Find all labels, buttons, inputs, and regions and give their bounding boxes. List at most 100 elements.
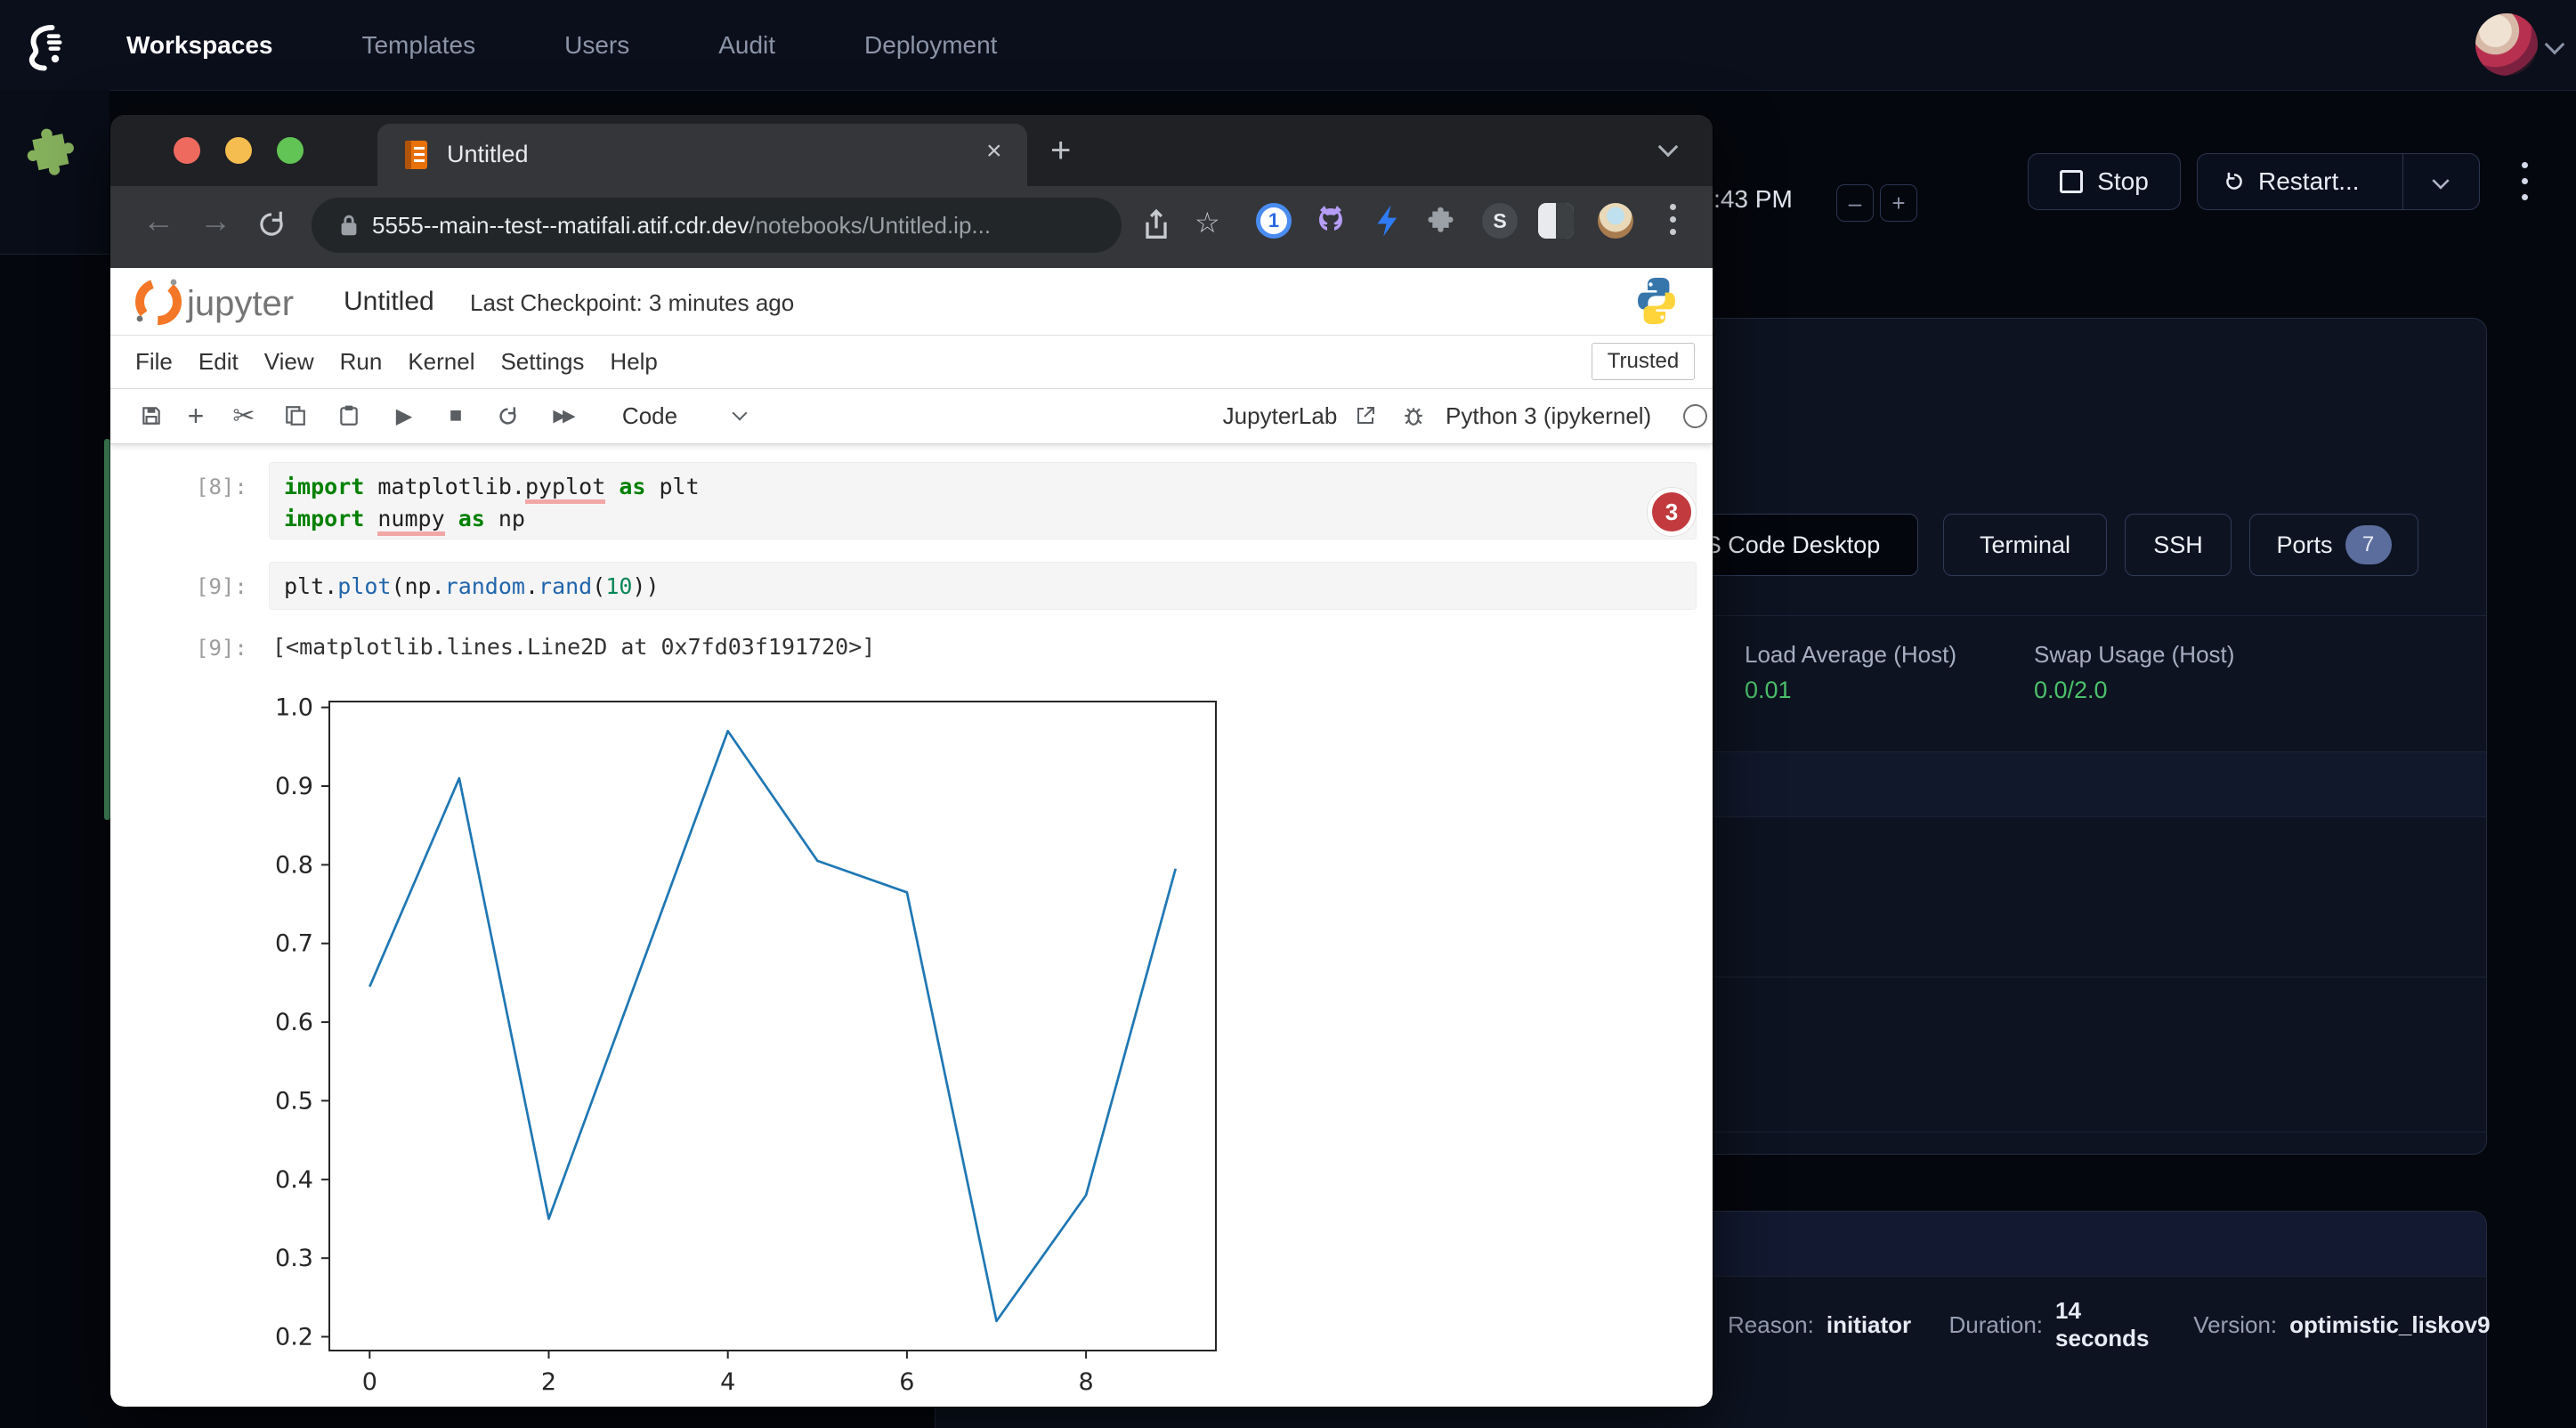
browser-profile-avatar[interactable] (1598, 203, 1633, 239)
back-icon[interactable]: ← (142, 202, 174, 239)
s-extension-icon[interactable]: S (1482, 203, 1518, 239)
svg-text:0.7: 0.7 (275, 930, 313, 958)
svg-text:4: 4 (720, 1368, 735, 1396)
kernel-status-icon (1677, 388, 1713, 443)
stop-label: Stop (2097, 167, 2149, 196)
svg-text:0.9: 0.9 (275, 773, 313, 800)
svg-text:0.8: 0.8 (275, 851, 313, 879)
stop-icon (2060, 170, 2083, 193)
menu-file[interactable]: File (135, 348, 173, 376)
menu-view[interactable]: View (264, 348, 314, 376)
jupyterlab-link[interactable]: JupyterLab (1218, 388, 1342, 443)
stop-workspace-button[interactable]: Stop (2028, 153, 2181, 210)
bolt-extension-icon[interactable] (1371, 203, 1406, 239)
user-menu-chevron-icon[interactable] (2545, 35, 2565, 55)
forward-icon[interactable]: → (199, 202, 231, 239)
workspace-more-menu[interactable] (2522, 162, 2529, 210)
menu-edit[interactable]: Edit (198, 348, 239, 376)
restart-options-chevron-icon[interactable] (2432, 172, 2449, 189)
menu-help[interactable]: Help (610, 348, 657, 376)
version-label: Version: (2193, 1311, 2277, 1339)
notification-badge[interactable]: 3 (1648, 488, 1696, 536)
ssh-button[interactable]: SSH (2125, 514, 2232, 576)
menu-kernel[interactable]: Kernel (408, 348, 474, 376)
share-icon[interactable] (1141, 207, 1171, 243)
restart-main[interactable]: Restart... (2198, 167, 2360, 196)
github-cat-extension-icon[interactable] (1313, 203, 1349, 239)
browser-tab[interactable]: Untitled × (377, 124, 1027, 186)
duration-value: 14 seconds (2055, 1297, 2156, 1352)
trusted-button[interactable]: Trusted (1592, 343, 1695, 380)
jupyter-logo[interactable]: jupyter (132, 275, 336, 329)
restart-icon (2223, 170, 2246, 193)
browser-tab-strip: Untitled × + (110, 115, 1713, 186)
reason-value: initiator (1827, 1311, 1911, 1339)
interrupt-kernel-icon[interactable]: ■ (436, 388, 475, 443)
add-cell-icon[interactable]: + (176, 388, 215, 443)
cell-type-chevron-icon[interactable] (726, 388, 753, 443)
nav-item-deployment[interactable]: Deployment (864, 31, 997, 60)
restart-run-all-icon[interactable]: ▶▶ (539, 388, 586, 443)
url-text: 5555--main--test--matifali.atif.cdr.dev/… (372, 212, 991, 239)
cell9-prompt: [9]: (196, 574, 247, 599)
cell-type-select[interactable]: Code (614, 388, 685, 443)
cell-output-text: [<matplotlib.lines.Line2D at 0x7fd03f191… (272, 634, 875, 660)
external-link-icon[interactable] (1349, 388, 1381, 443)
decrease-ttl-button[interactable]: – (1836, 184, 1874, 222)
python-icon (1635, 276, 1678, 326)
svg-text:0.2: 0.2 (275, 1324, 313, 1351)
checkpoint-status: Last Checkpoint: 3 minutes ago (470, 268, 794, 335)
browser-menu-kebab-icon[interactable] (1670, 204, 1677, 245)
matplotlib-line-chart: 0.20.30.40.50.60.70.80.91.002468 (258, 686, 1255, 1398)
svg-text:8: 8 (1079, 1368, 1094, 1396)
tab-close-icon[interactable]: × (986, 136, 1002, 166)
address-bar[interactable]: 5555--main--test--matifali.atif.cdr.dev/… (312, 198, 1122, 253)
debugger-bug-icon[interactable] (1396, 388, 1431, 443)
window-minimize-button[interactable] (225, 137, 252, 164)
tab-title: Untitled (447, 141, 529, 168)
ssh-label: SSH (2153, 531, 2203, 559)
copy-cell-icon[interactable] (276, 388, 315, 443)
tab-search-chevron-icon[interactable] (1658, 137, 1679, 158)
window-close-button[interactable] (174, 137, 200, 164)
svg-text:0.4: 0.4 (275, 1166, 313, 1194)
nav-item-users[interactable]: Users (564, 31, 629, 60)
vscode-desktop-label: VS Code Desktop (1689, 531, 1881, 559)
menu-settings[interactable]: Settings (500, 348, 584, 376)
nav-item-audit[interactable]: Audit (718, 31, 775, 60)
extensions-puzzle-icon[interactable] (1427, 205, 1459, 237)
dark-reader-extension-icon[interactable] (1538, 203, 1574, 239)
user-avatar[interactable] (2475, 13, 2538, 76)
paste-cell-icon[interactable] (329, 388, 369, 443)
kernel-name[interactable]: Python 3 (ipykernel) (1446, 388, 1668, 443)
svg-text:0.3: 0.3 (275, 1245, 313, 1272)
jupyter-toolbar: + ✂ ▶ ■ ▶▶ Code JupyterLab (110, 388, 1713, 444)
terminal-button[interactable]: Terminal (1943, 514, 2107, 576)
coder-logo-icon[interactable] (18, 21, 68, 71)
code-cell-8[interactable]: import matplotlib.pyplot as pltimport nu… (269, 462, 1697, 540)
screen: Reason: initiator Duration: 14 seconds V… (0, 0, 2576, 1428)
onepassword-extension-icon[interactable]: 1 (1256, 203, 1292, 239)
restart-kernel-icon[interactable] (488, 388, 527, 443)
nav-item-templates[interactable]: Templates (361, 31, 475, 60)
run-cell-icon[interactable]: ▶ (385, 388, 424, 443)
bookmark-star-icon[interactable]: ☆ (1195, 206, 1220, 239)
lock-icon (338, 213, 360, 238)
menu-run[interactable]: Run (340, 348, 383, 376)
nav-item-workspaces[interactable]: Workspaces (126, 31, 272, 60)
increase-ttl-button[interactable]: + (1880, 184, 1917, 222)
notebook-title[interactable]: Untitled (344, 268, 434, 335)
code-cell-9[interactable]: plt.plot(np.random.rand(10)) (269, 562, 1697, 610)
url-path: /notebooks/Untitled.ip... (749, 212, 991, 239)
save-icon[interactable] (132, 388, 171, 443)
swap-usage-label: Swap Usage (Host) (2034, 641, 2234, 669)
restart-workspace-button[interactable]: Restart... (2197, 153, 2480, 210)
new-tab-button[interactable]: + (1050, 131, 1071, 171)
terminal-label: Terminal (1980, 531, 2070, 559)
status-accent-bar (104, 439, 110, 820)
reload-icon[interactable] (255, 207, 288, 241)
cut-cell-icon[interactable]: ✂ (224, 388, 263, 443)
ports-count-badge: 7 (2345, 525, 2392, 564)
window-zoom-button[interactable] (277, 137, 304, 164)
ports-button[interactable]: Ports 7 (2249, 514, 2418, 576)
